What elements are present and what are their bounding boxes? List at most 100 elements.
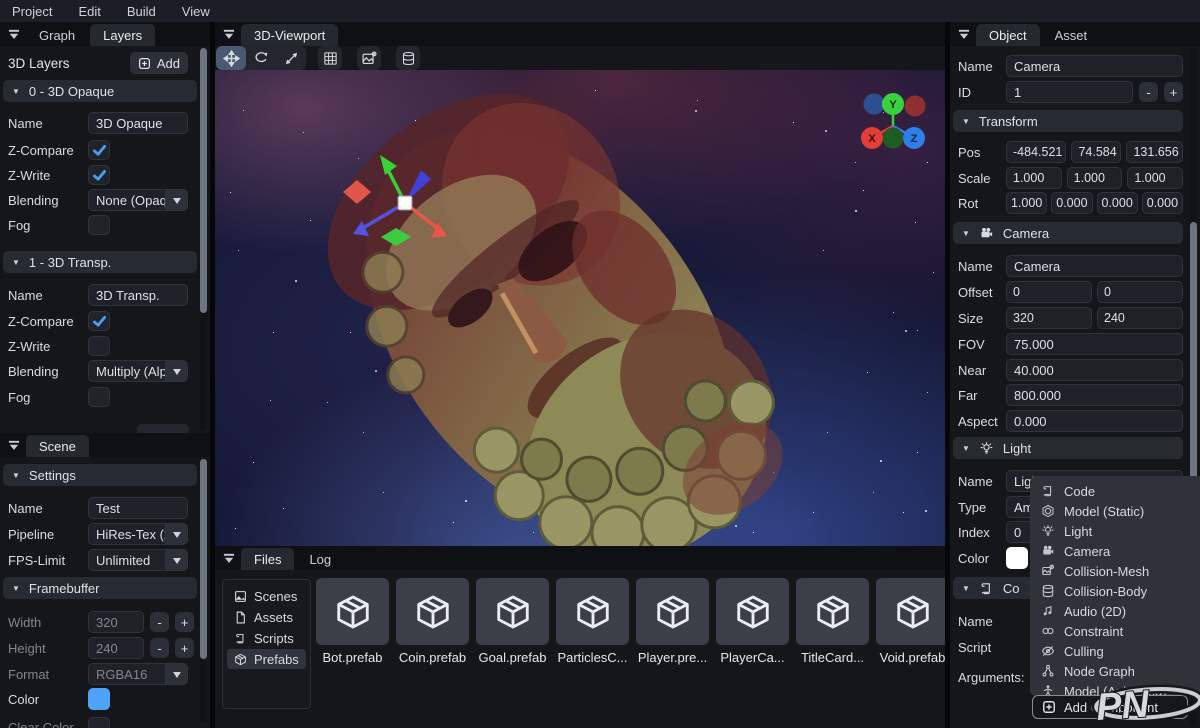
layer0-fog-checkbox[interactable] [88, 215, 110, 235]
size-h-input[interactable]: 240 [1097, 307, 1183, 329]
tab-files[interactable]: Files [241, 548, 294, 570]
rotate-tool-button[interactable] [246, 46, 276, 70]
file-tile[interactable]: Goal.prefab [476, 578, 549, 665]
menu-item-collision-body[interactable]: Collision-Body [1030, 581, 1200, 601]
file-tile[interactable]: Void.prefab [876, 578, 945, 665]
menu-build[interactable]: Build [127, 4, 156, 19]
scale-y-input[interactable]: 1.000 [1067, 167, 1123, 189]
layers-scrollbar[interactable] [200, 48, 207, 431]
menu-view[interactable]: View [182, 4, 210, 19]
width-decrement-button[interactable]: - [150, 612, 169, 632]
layer0-zcompare-checkbox[interactable] [88, 140, 110, 160]
menu-item-constraint[interactable]: Constraint [1030, 621, 1200, 641]
scale-z-input[interactable]: 1.000 [1127, 167, 1183, 189]
size-w-input[interactable]: 320 [1006, 307, 1092, 329]
object-name-input[interactable]: Camera [1006, 55, 1183, 77]
menu-item-audio[interactable]: Audio (2D) [1030, 601, 1200, 621]
menu-edit[interactable]: Edit [78, 4, 100, 19]
layer1-zcompare-checkbox[interactable] [88, 311, 110, 331]
framebuffer-section-header[interactable]: ▼ Framebuffer [3, 577, 197, 599]
camera-name-input[interactable]: Camera [1006, 255, 1183, 277]
rot-y-input[interactable]: 0.000 [1097, 192, 1138, 214]
file-tile[interactable]: Coin.prefab [396, 578, 469, 665]
width-increment-button[interactable]: + [175, 612, 194, 632]
layer0-blending-select[interactable]: None (Opaqu [88, 189, 188, 211]
width-input[interactable]: 320 [88, 611, 144, 633]
menu-project[interactable]: Project [12, 4, 52, 19]
add-layer-button[interactable]: Add [130, 52, 188, 74]
layer1-zwrite-checkbox[interactable] [88, 336, 110, 356]
id-increment-button[interactable]: + [1164, 82, 1183, 102]
clear-color-checkbox[interactable] [88, 717, 110, 728]
file-tile[interactable]: TitleCard... [796, 578, 869, 665]
file-tile[interactable]: Player.pre... [636, 578, 709, 665]
file-tile[interactable]: PlayerCa... [716, 578, 789, 665]
rot-z-input[interactable]: 0.000 [1142, 192, 1183, 214]
pipeline-select[interactable]: HiRes-Tex (256 [88, 523, 188, 545]
rot-w-input[interactable]: 1.000 [1006, 192, 1047, 214]
sidebar-item-scripts[interactable]: Scripts [227, 628, 306, 648]
pos-z-input[interactable]: 131.656 [1126, 141, 1183, 163]
offset-x-input[interactable]: 0 [1006, 281, 1092, 303]
layer1-fog-checkbox[interactable] [88, 387, 110, 407]
tab-layers[interactable]: Layers [90, 24, 155, 46]
scene-scrollbar[interactable] [200, 459, 207, 722]
height-decrement-button[interactable]: - [150, 638, 169, 658]
sidebar-item-prefabs[interactable]: Prefabs [227, 649, 306, 669]
menu-item-model-static[interactable]: Model (Static) [1030, 501, 1200, 521]
menu-item-code[interactable]: Code [1030, 481, 1200, 501]
sidebar-item-assets[interactable]: Assets [227, 607, 306, 627]
color-swatch[interactable] [88, 688, 110, 710]
tab-3d-viewport[interactable]: 3D-Viewport [241, 24, 338, 46]
id-decrement-button[interactable]: - [1139, 82, 1158, 102]
filter-icon[interactable] [219, 548, 239, 570]
menu-item-culling[interactable]: Culling [1030, 641, 1200, 661]
scale-x-input[interactable]: 1.000 [1006, 167, 1062, 189]
aspect-input[interactable]: 0.000 [1006, 410, 1183, 432]
layer0-zwrite-checkbox[interactable] [88, 165, 110, 185]
light-color-swatch[interactable] [1006, 547, 1028, 569]
light-section-header[interactable]: ▼ Light [953, 437, 1183, 459]
scale-tool-button[interactable] [276, 46, 306, 70]
layer1-section-header[interactable]: ▼ 1 - 3D Transp. [3, 251, 197, 273]
pos-x-input[interactable]: -484.521 [1006, 141, 1066, 163]
format-select[interactable]: RGBA16 [88, 663, 188, 685]
offset-y-input[interactable]: 0 [1097, 281, 1183, 303]
filter-icon[interactable] [219, 24, 239, 46]
object-id-input[interactable]: 1 [1006, 81, 1133, 103]
menu-item-camera[interactable]: Camera [1030, 541, 1200, 561]
transform-section-header[interactable]: ▼ Transform [953, 110, 1183, 132]
tab-asset[interactable]: Asset [1042, 24, 1101, 46]
layer0-name-input[interactable]: 3D Opaque [88, 112, 188, 134]
move-tool-button[interactable] [216, 46, 246, 70]
tab-graph[interactable]: Graph [26, 24, 88, 46]
layer1-name-input[interactable]: 3D Transp. [88, 284, 188, 306]
height-input[interactable]: 240 [88, 637, 144, 659]
tab-log[interactable]: Log [296, 548, 344, 570]
filter-icon[interactable] [954, 24, 974, 46]
layer1-blending-select[interactable]: Multiply (Alpl [88, 360, 188, 382]
fov-input[interactable]: 75.000 [1006, 333, 1183, 355]
rot-x-input[interactable]: 0.000 [1051, 192, 1092, 214]
collision-view-button[interactable] [396, 46, 420, 70]
filter-icon[interactable] [4, 24, 24, 46]
fps-limit-select[interactable]: Unlimited [88, 549, 188, 571]
menu-item-collision-mesh[interactable]: Collision-Mesh [1030, 561, 1200, 581]
file-tile[interactable]: ParticlesC... [556, 578, 629, 665]
camera-section-header[interactable]: ▼ Camera [953, 222, 1183, 244]
far-input[interactable]: 800.000 [1006, 384, 1183, 406]
render-target-button[interactable] [357, 46, 381, 70]
scene-name-input[interactable]: Test [88, 497, 188, 519]
settings-section-header[interactable]: ▼ Settings [3, 464, 197, 486]
grid-toggle-button[interactable] [318, 46, 342, 70]
pos-y-input[interactable]: 74.584 [1071, 141, 1121, 163]
viewport-3d[interactable]: Y X Z [215, 70, 945, 546]
height-increment-button[interactable]: + [175, 638, 194, 658]
file-tile[interactable]: Bot.prefab [316, 578, 389, 665]
sidebar-item-scenes[interactable]: Scenes [227, 586, 306, 606]
layer0-section-header[interactable]: ▼ 0 - 3D Opaque [3, 80, 197, 102]
filter-icon[interactable] [4, 435, 24, 457]
tab-object[interactable]: Object [976, 24, 1040, 46]
menu-item-light[interactable]: Light [1030, 521, 1200, 541]
near-input[interactable]: 40.000 [1006, 359, 1183, 381]
